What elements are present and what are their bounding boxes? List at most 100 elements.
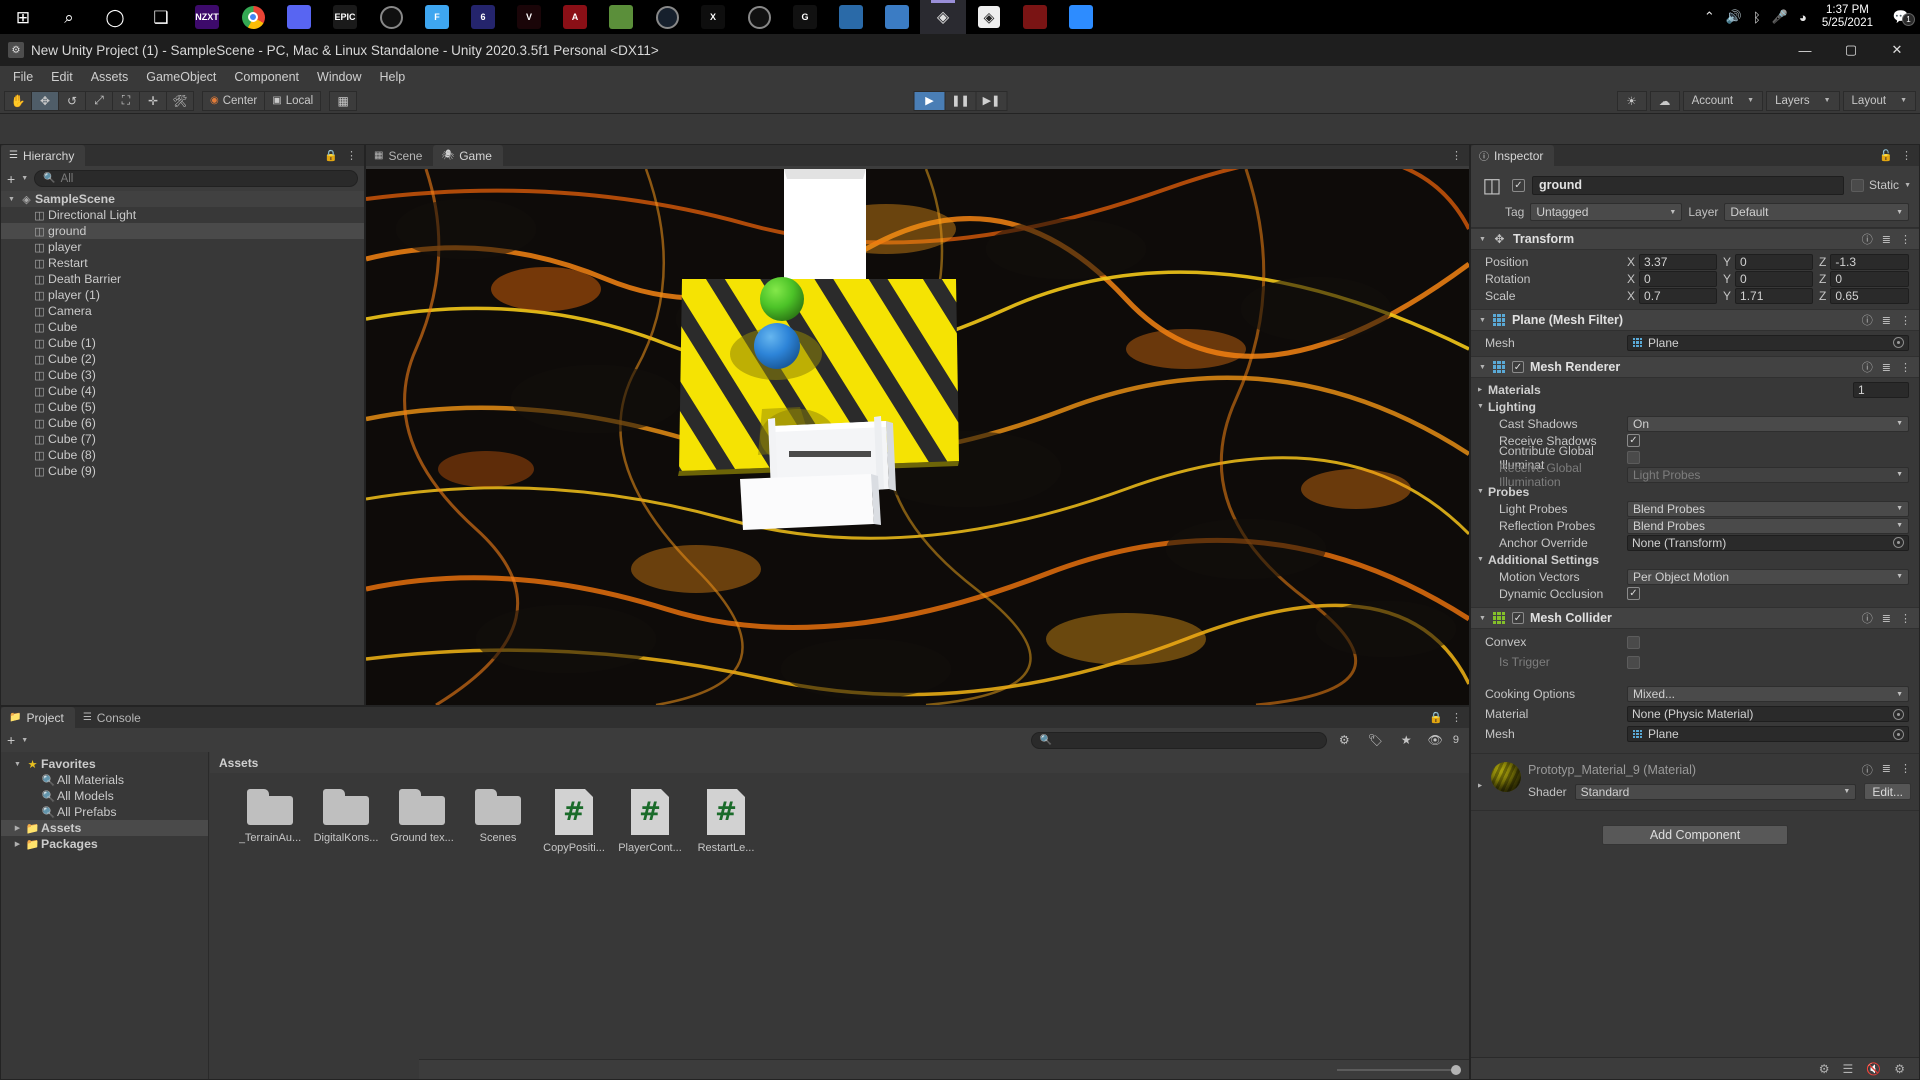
notification-center-icon[interactable]: 💬 1 <box>1888 9 1915 26</box>
more-menu-icon[interactable]: ⋮ <box>1901 149 1912 162</box>
hierarchy-search-input[interactable]: 🔍 All <box>34 170 358 187</box>
custom-tool-icon[interactable]: 🛠 <box>166 90 194 111</box>
taskbar-search[interactable]: ⌕ <box>46 0 92 34</box>
rotate-tool-icon[interactable]: ↺ <box>58 90 86 111</box>
project-tree-assets[interactable]: ▶ 📁 Assets <box>1 820 208 836</box>
create-asset-button[interactable]: + <box>7 732 15 748</box>
layers-footer-icon[interactable]: ☰ <box>1843 1062 1854 1076</box>
keyboard-layout-icon[interactable]: ᛒ <box>1753 10 1761 25</box>
layout-dropdown[interactable]: Layout ▼ <box>1842 90 1916 111</box>
collapse-caret-icon[interactable]: ▼ <box>1479 236 1486 243</box>
project-search-input[interactable]: 🔍 <box>1030 731 1327 749</box>
pivot-mode-button[interactable]: ◉ Center <box>202 90 266 111</box>
filter-by-label-icon[interactable]: 🏷 <box>1362 733 1389 747</box>
settings-footer-icon[interactable]: ⚙ <box>1894 1062 1905 1076</box>
asset-item[interactable]: Ground tex... <box>384 789 460 854</box>
add-component-button[interactable]: Add Component <box>1602 825 1788 845</box>
mesh-renderer-enabled-checkbox[interactable]: ✓ <box>1511 361 1524 373</box>
minimize-button[interactable]: — <box>1782 34 1828 66</box>
light-probes-dropdown[interactable]: Blend Probes ▼ <box>1627 500 1909 517</box>
collider-mesh-field[interactable]: Plane <box>1627 726 1909 742</box>
project-tree-all-prefabs[interactable]: 🔍 All Prefabs <box>1 804 208 820</box>
collapse-caret-icon[interactable]: ▼ <box>1479 615 1486 622</box>
tab-hierarchy[interactable]: ☰ Hierarchy <box>1 145 86 166</box>
help-icon[interactable]: ⓘ <box>1862 312 1873 328</box>
more-menu-icon[interactable]: ⋮ <box>1451 711 1462 724</box>
preset-icon[interactable]: ≣ <box>1882 233 1891 246</box>
favorite-icon[interactable]: ★ <box>1395 733 1418 747</box>
tray-chevron-icon[interactable]: ⌃ <box>1704 9 1715 25</box>
step-button[interactable]: ▶❚ <box>975 90 1008 111</box>
component-header-mesh-renderer[interactable]: ▼ ✓ Mesh Renderer ⓘ ≣ ⋮ <box>1471 356 1919 378</box>
component-header-transform[interactable]: ▼ ✥ Transform ⓘ ≣ ⋮ <box>1471 228 1919 250</box>
cooking-options-dropdown[interactable]: Mixed... ▼ <box>1627 686 1909 702</box>
contribute-gi-checkbox[interactable] <box>1627 451 1640 464</box>
gameobject-name-input[interactable]: ground <box>1532 175 1845 195</box>
asset-item[interactable]: _TerrainAu... <box>232 789 308 854</box>
layers-dropdown[interactable]: Layers ▼ <box>1766 90 1840 111</box>
project-tree-favorites[interactable]: ▼ ★ Favorites <box>1 756 208 772</box>
taskbar-photos[interactable] <box>874 0 920 34</box>
hierarchy-item-directional-light[interactable]: ◫ Directional Light <box>1 207 364 223</box>
taskbar-google-chrome[interactable] <box>230 0 276 34</box>
taskbar-razer-synapse[interactable] <box>368 0 414 34</box>
bake-icon[interactable]: ⚙ <box>1819 1062 1830 1076</box>
taskbar-task-view[interactable]: ❑ <box>138 0 184 34</box>
account-dropdown[interactable]: Account ▼ <box>1682 90 1764 111</box>
asset-size-slider[interactable] <box>1337 1064 1461 1075</box>
hierarchy-item-cube-9[interactable]: ◫ Cube (9) <box>1 463 364 479</box>
pivot-rotation-button[interactable]: ▣ Local <box>264 90 322 111</box>
more-menu-icon[interactable]: ⋮ <box>1900 233 1911 246</box>
help-icon[interactable]: ⓘ <box>1862 762 1873 778</box>
taskbar-blender-or-effect[interactable] <box>1012 0 1058 34</box>
mute-footer-icon[interactable]: 🔇 <box>1866 1062 1881 1076</box>
more-menu-icon[interactable]: ⋮ <box>1900 314 1911 327</box>
motion-vectors-dropdown[interactable]: Per Object Motion ▼ <box>1627 568 1909 585</box>
taskbar-nzxt-cam[interactable]: NZXT <box>184 0 230 34</box>
rotation-z-input[interactable]: 0 <box>1830 270 1909 287</box>
asset-item[interactable]: Scenes <box>460 789 536 854</box>
help-icon[interactable]: ⓘ <box>1862 359 1873 375</box>
rotation-x-input[interactable]: 0 <box>1639 270 1717 287</box>
hierarchy-item-camera[interactable]: ◫ Camera <box>1 303 364 319</box>
asset-item[interactable]: # PlayerCont... <box>612 789 688 854</box>
more-menu-icon[interactable]: ⋮ <box>1451 149 1462 162</box>
taskbar-steam[interactable] <box>644 0 690 34</box>
game-render-surface[interactable] <box>366 169 1469 705</box>
volume-icon[interactable]: 🔊 <box>1726 9 1742 25</box>
reflection-probes-dropdown[interactable]: Blend Probes ▼ <box>1627 517 1909 534</box>
taskbar-xbox[interactable]: X <box>690 0 736 34</box>
static-checkbox[interactable] <box>1851 178 1865 192</box>
create-dropdown-caret-icon[interactable]: ▼ <box>21 737 28 744</box>
additional-settings-section[interactable]: ▼ Additional Settings <box>1471 551 1919 568</box>
collapse-caret-icon[interactable]: ▼ <box>1479 364 1486 371</box>
gameobject-enabled-checkbox[interactable]: ✓ <box>1512 178 1525 192</box>
physic-material-field[interactable]: None (Physic Material) <box>1627 706 1909 722</box>
tree-caret-icon[interactable]: ▶ <box>11 824 24 832</box>
hierarchy-item-cube-6[interactable]: ◫ Cube (6) <box>1 415 364 431</box>
taskbar-fortnite[interactable]: F <box>414 0 460 34</box>
grid-snapping-icon[interactable]: ▦ <box>329 90 358 111</box>
asset-item[interactable]: # RestartLe... <box>688 789 764 854</box>
lock-icon[interactable]: 🔒 <box>324 149 338 162</box>
hierarchy-item-cube-4[interactable]: ◫ Cube (4) <box>1 383 364 399</box>
project-tree-all-materials[interactable]: 🔍 All Materials <box>1 772 208 788</box>
hierarchy-item-cube-2[interactable]: ◫ Cube (2) <box>1 351 364 367</box>
hierarchy-item-ground[interactable]: ◫ ground <box>1 223 364 239</box>
move-tool-icon[interactable]: ✥ <box>31 90 59 111</box>
more-menu-icon[interactable]: ⋮ <box>1900 762 1911 778</box>
hierarchy-item-player-1[interactable]: ◫ player (1) <box>1 287 364 303</box>
hierarchy-item-cube-8[interactable]: ◫ Cube (8) <box>1 447 364 463</box>
more-menu-icon[interactable]: ⋮ <box>346 149 357 162</box>
receive-shadows-checkbox[interactable]: ✓ <box>1627 434 1640 447</box>
more-menu-icon[interactable]: ⋮ <box>1900 361 1911 374</box>
materials-count-field[interactable]: 1 <box>1853 381 1909 398</box>
hierarchy-item-player[interactable]: ◫ player <box>1 239 364 255</box>
position-z-input[interactable]: -1.3 <box>1830 253 1909 270</box>
menu-item-help[interactable]: Help <box>370 66 414 88</box>
dynamic-occlusion-checkbox[interactable]: ✓ <box>1627 587 1640 600</box>
lighting-section[interactable]: ▼ Lighting <box>1471 398 1919 415</box>
add-dropdown-caret-icon[interactable]: ▼ <box>21 175 28 182</box>
network-icon[interactable]: ◕ <box>1799 10 1807 25</box>
filter-by-type-icon[interactable]: ⚙ <box>1333 733 1356 747</box>
